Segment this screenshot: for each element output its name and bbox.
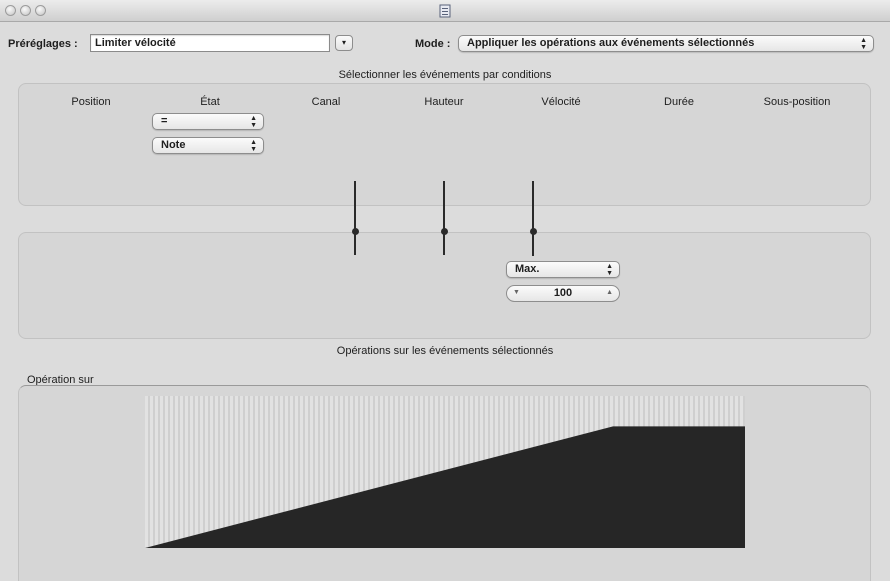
column-header-velocity: Vélocité bbox=[541, 96, 581, 108]
column-header-position: Position bbox=[71, 96, 111, 108]
velocity-operation-value: Max. bbox=[515, 263, 540, 275]
mode-label: Mode : bbox=[415, 38, 451, 50]
column-header-channel: Canal bbox=[311, 96, 341, 108]
presets-label: Préréglages : bbox=[8, 38, 78, 50]
channel-connector-line bbox=[354, 181, 356, 255]
zoom-window-button[interactable] bbox=[35, 5, 46, 16]
status-operator-popup[interactable]: = ▲ ▼ bbox=[152, 113, 264, 130]
velocity-value: 100 bbox=[553, 287, 573, 299]
updown-arrows-icon: ▲ ▼ bbox=[250, 139, 257, 153]
velocity-operation-popup[interactable]: Max. ▲ ▼ bbox=[506, 261, 620, 278]
pitch-connector-line bbox=[443, 181, 445, 255]
mode-popup[interactable]: Appliquer les opérations aux événements … bbox=[458, 35, 874, 52]
velocity-connector-line bbox=[532, 181, 534, 256]
increment-arrow-icon[interactable]: ▲ bbox=[606, 286, 613, 300]
chevron-down-icon: ▾ bbox=[341, 38, 346, 47]
close-window-button[interactable] bbox=[5, 5, 16, 16]
conditions-title: Sélectionner les événements par conditio… bbox=[338, 69, 552, 81]
operation-curve-svg bbox=[145, 426, 745, 548]
presets-field[interactable]: Limiter vélocité bbox=[90, 34, 330, 52]
minimize-window-button[interactable] bbox=[20, 5, 31, 16]
channel-connector-knob bbox=[352, 228, 359, 235]
updown-arrows-icon: ▲ ▼ bbox=[860, 37, 867, 51]
status-value-popup[interactable]: Note ▲ ▼ bbox=[152, 137, 264, 154]
velocity-connector-knob bbox=[530, 228, 537, 235]
updown-arrows-icon: ▲ ▼ bbox=[250, 115, 257, 129]
window-titlebar bbox=[0, 0, 890, 22]
operation-curve-shape bbox=[145, 426, 745, 548]
column-header-pitch: Hauteur bbox=[424, 96, 464, 108]
operation-curve-graph[interactable] bbox=[145, 396, 745, 548]
velocity-value-stepper[interactable]: ▼ 100 ▲ bbox=[506, 285, 620, 302]
pitch-connector-knob bbox=[441, 228, 448, 235]
status-value: Note bbox=[161, 139, 186, 151]
operations-title: Opérations sur les événements sélectionn… bbox=[336, 345, 554, 357]
mode-value: Appliquer les opérations aux événements … bbox=[467, 37, 755, 49]
status-operator-value: = bbox=[161, 115, 168, 127]
column-header-subposition: Sous-position bbox=[763, 96, 831, 108]
column-header-status: État bbox=[200, 96, 220, 108]
presets-menu-button[interactable]: ▾ bbox=[335, 35, 353, 51]
column-header-length: Durée bbox=[664, 96, 694, 108]
updown-arrows-icon: ▲ ▼ bbox=[606, 263, 613, 277]
document-icon bbox=[439, 4, 451, 18]
decrement-arrow-icon[interactable]: ▼ bbox=[513, 286, 520, 300]
